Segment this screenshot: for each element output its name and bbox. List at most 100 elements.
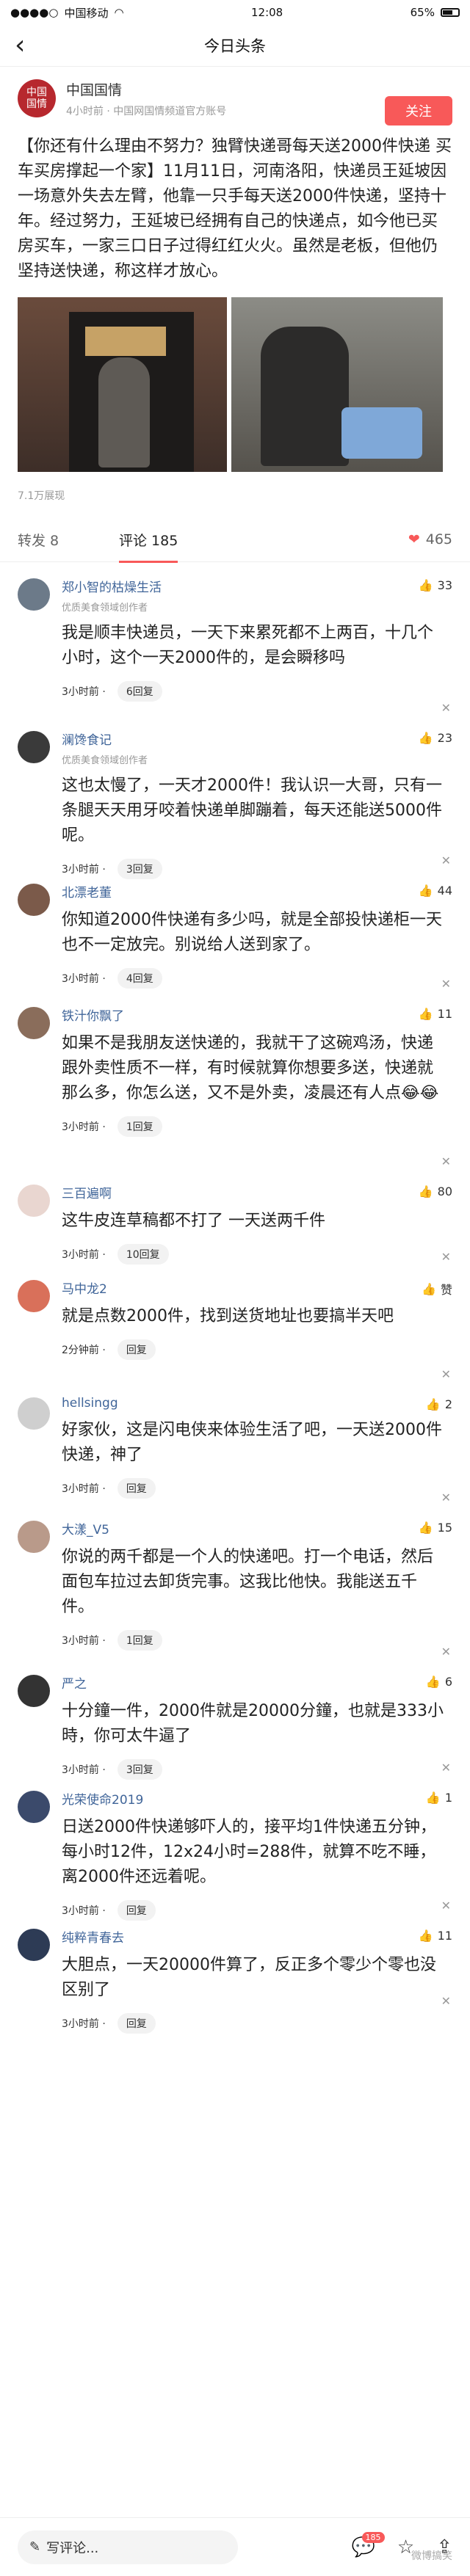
reply-button[interactable]: 回复 [117, 2013, 156, 2034]
comment-like[interactable]: 👍 2 [426, 1397, 452, 1411]
thumb-up-icon: 👍 [425, 1791, 441, 1805]
comment-like-count: 15 [437, 1521, 452, 1535]
avatar[interactable] [18, 1521, 50, 1553]
author-name[interactable]: 中国国情 [66, 79, 226, 99]
comment-item: 马中龙2 👍 赞 就是点数2000件，找到送货地址也要搞半天吧 2分钟前 · 回… [0, 1264, 470, 1381]
tab-share[interactable]: 转发 8 [18, 530, 106, 550]
comment-like-count: 赞 [440, 1283, 452, 1297]
tab-likes[interactable]: ❤ 465 [408, 531, 452, 547]
comment-author[interactable]: 铁汁你飘了 [62, 1005, 452, 1024]
battery-icon [440, 8, 460, 17]
comment-author[interactable]: 马中龙2 [62, 1278, 452, 1297]
avatar[interactable] [18, 1929, 50, 1961]
chevron-left-icon[interactable]: ‹ [15, 31, 25, 60]
close-icon[interactable]: ✕ [441, 1367, 451, 1381]
comment-text: 十分鐘一件，2000件就是20000分鐘，也就是333小時，你可太牛逼了 [62, 1702, 444, 1745]
close-icon[interactable]: ✕ [441, 1994, 451, 2008]
comment-like[interactable]: 👍 44 [419, 884, 452, 898]
comment-author[interactable]: 三百遍啊 [62, 1183, 452, 1201]
close-icon[interactable]: ✕ [441, 1491, 451, 1505]
comment-like-count: 6 [444, 1675, 452, 1689]
reply-button[interactable]: 回复 [117, 1339, 156, 1360]
follow-button[interactable]: 关注 [385, 96, 452, 125]
comment-like-count: 11 [437, 1007, 452, 1021]
comment-like[interactable]: 👍 15 [419, 1521, 452, 1535]
avatar[interactable] [18, 731, 50, 763]
comment-time: 3小时前 · [62, 1249, 106, 1261]
reply-button[interactable]: 10回复 [117, 1244, 169, 1265]
comment-like[interactable]: 👍 11 [419, 1929, 452, 1943]
comment-like[interactable]: 👍 11 [419, 1007, 452, 1021]
thumb-up-icon: 👍 [425, 1675, 441, 1689]
thumb-up-icon: 👍 [418, 884, 433, 898]
comment-author[interactable]: 光荣使命2019 [62, 1789, 452, 1808]
reply-button[interactable]: 4回复 [117, 968, 162, 989]
carrier-label: 中国移动 [64, 6, 109, 20]
comment-author[interactable]: 北漂老董 [62, 882, 452, 900]
reply-button[interactable]: 1回复 [117, 1116, 162, 1137]
close-icon[interactable]: ✕ [441, 1761, 451, 1775]
reply-button[interactable]: 6回复 [117, 681, 162, 702]
thumb-up-icon: 👍 [418, 578, 433, 592]
post-images [0, 297, 470, 472]
comment-like[interactable]: 👍 1 [426, 1791, 452, 1805]
comment-text: 这也太慢了，一天才2000件！我认识一大哥，只有一条腿天天用牙咬着快递单脚蹦着，… [62, 776, 442, 845]
tab-comments[interactable]: 评论 185 [119, 530, 178, 563]
post-image-2[interactable] [231, 297, 443, 472]
close-icon[interactable]: ✕ [441, 854, 451, 867]
comment-author-title: 优质美食领域创作者 [62, 603, 148, 614]
comment-time: 3小时前 · [62, 973, 106, 985]
engagement-tabs: 转发 8 评论 185 ❤ 465 [0, 517, 470, 563]
avatar[interactable] [18, 1007, 50, 1039]
comment-input[interactable]: ✎ 写评论... [18, 2530, 238, 2564]
thumb-up-icon: 👍 [418, 1521, 433, 1535]
avatar[interactable] [18, 1791, 50, 1823]
avatar[interactable] [18, 884, 50, 916]
avatar[interactable]: 中国 国情 [18, 79, 56, 117]
comment-like[interactable]: 👍 23 [419, 731, 452, 745]
close-icon[interactable]: ✕ [441, 1645, 451, 1659]
comment-like-count: 2 [444, 1397, 452, 1411]
close-icon[interactable]: ✕ [441, 1899, 451, 1913]
comment-item: 北漂老董 👍 44 你知道2000件快递有多少吗，就是全部投快递柜一天也不一定放… [0, 867, 470, 991]
comment-author[interactable]: 澜馋食记 [62, 729, 452, 748]
avatar[interactable] [18, 1280, 50, 1312]
comment-like-count: 44 [437, 884, 452, 898]
reply-button[interactable]: 回复 [117, 1478, 156, 1499]
post-body: 【你还有什么理由不努力？独臂快递哥每天送2000件快递 买车买房撑起一个家】11… [18, 137, 452, 280]
comment-like[interactable]: 👍 80 [419, 1185, 452, 1198]
comment-item: 三百遍啊 👍 80 这牛皮连草稿都不打了 一天送两千件 3小时前 · 10回复 … [0, 1168, 470, 1265]
comment-author[interactable]: 郑小智的枯燥生活 [62, 577, 452, 595]
comment-like-count: 80 [437, 1185, 452, 1198]
avatar[interactable] [18, 1397, 50, 1430]
post-image-1[interactable] [18, 297, 227, 472]
heart-icon: ❤ [408, 531, 420, 547]
close-icon[interactable]: ✕ [441, 1154, 451, 1168]
comment-like[interactable]: 👍 33 [419, 578, 452, 592]
close-icon[interactable]: ✕ [441, 701, 451, 715]
avatar[interactable] [18, 1185, 50, 1217]
comment-like[interactable]: 👍 赞 [422, 1280, 452, 1298]
signal-icon: ●●●●○ [10, 6, 59, 19]
comment-author[interactable]: hellsingg [62, 1396, 452, 1411]
avatar[interactable] [18, 578, 50, 611]
reply-button[interactable]: 1回复 [117, 1630, 162, 1651]
comment-author[interactable]: 大漾_V5 [62, 1519, 452, 1538]
comment-author[interactable]: 纯粹青春去 [62, 1927, 452, 1946]
view-count: 7.1万展现 [18, 490, 65, 502]
close-icon[interactable]: ✕ [441, 977, 451, 991]
comment-like-count: 11 [437, 1929, 452, 1943]
comment-list: 郑小智的枯燥生活 优质美食领域创作者 👍 33 我是顺丰快递员，一天下来累死都不… [0, 562, 470, 2034]
comment-author[interactable]: 严之 [62, 1673, 452, 1692]
thumb-up-icon: 👍 [418, 1185, 433, 1198]
comment-text: 这牛皮连草稿都不打了 一天送两千件 [62, 1212, 325, 1230]
comment-like[interactable]: 👍 6 [426, 1675, 452, 1689]
page-title: 今日头条 [204, 37, 266, 55]
clock: 12:08 [250, 6, 283, 19]
wifi-icon: ◠ [114, 6, 124, 19]
comment-item: hellsingg 👍 2 好家伙，这是闪电侠来体验生活了吧，一天送2000件快… [0, 1381, 470, 1505]
chat-icon[interactable]: 💬 185 [352, 2531, 385, 2558]
comment-text: 大胆点，一天20000件算了，反正多个零少个零也没区别了 [62, 1956, 436, 1999]
close-icon[interactable]: ✕ [441, 1250, 451, 1264]
avatar[interactable] [18, 1675, 50, 1707]
